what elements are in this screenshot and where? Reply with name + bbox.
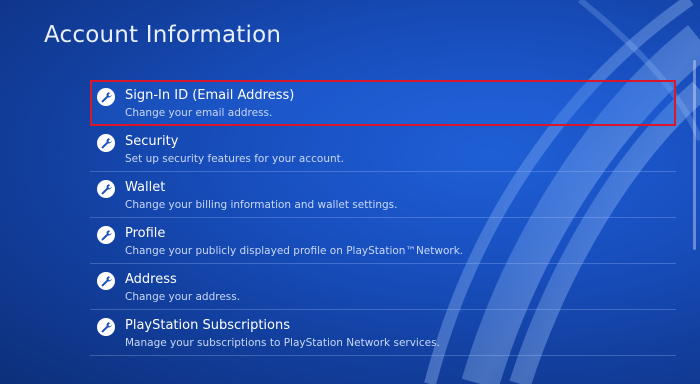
scrollbar[interactable] xyxy=(693,60,696,250)
wrench-icon xyxy=(97,134,115,152)
menu-item-description: Change your billing information and wall… xyxy=(125,199,398,211)
menu-item-wallet[interactable]: Wallet Change your billing information a… xyxy=(90,172,676,218)
menu-item-sign-in-id[interactable]: Sign-In ID (Email Address) Change your e… xyxy=(90,80,676,126)
menu-item-address[interactable]: Address Change your address. xyxy=(90,264,676,310)
menu-item-description: Change your publicly displayed profile o… xyxy=(125,245,464,257)
menu-item-description: Set up security features for your accoun… xyxy=(125,153,345,165)
wrench-icon xyxy=(97,318,115,336)
account-menu: Sign-In ID (Email Address) Change your e… xyxy=(90,80,676,356)
page-title: Account Information xyxy=(44,22,282,48)
wrench-icon xyxy=(97,226,115,244)
menu-item-description: Manage your subscriptions to PlayStation… xyxy=(125,337,440,349)
menu-item-label: Address xyxy=(125,272,177,287)
menu-item-profile[interactable]: Profile Change your publicly displayed p… xyxy=(90,218,676,264)
menu-item-label: Wallet xyxy=(125,180,166,195)
menu-item-label: Security xyxy=(125,134,179,149)
wrench-icon xyxy=(97,180,115,198)
menu-item-description: Change your address. xyxy=(125,291,241,303)
menu-item-label: PlayStation Subscriptions xyxy=(125,318,291,333)
wrench-icon xyxy=(97,272,115,290)
menu-item-playstation-subscriptions[interactable]: PlayStation Subscriptions Manage your su… xyxy=(90,310,676,356)
menu-item-description: Change your email address. xyxy=(125,107,273,119)
menu-item-label: Profile xyxy=(125,226,166,241)
menu-item-label: Sign-In ID (Email Address) xyxy=(125,88,295,103)
wrench-icon xyxy=(97,88,115,106)
menu-item-security[interactable]: Security Set up security features for yo… xyxy=(90,126,676,172)
